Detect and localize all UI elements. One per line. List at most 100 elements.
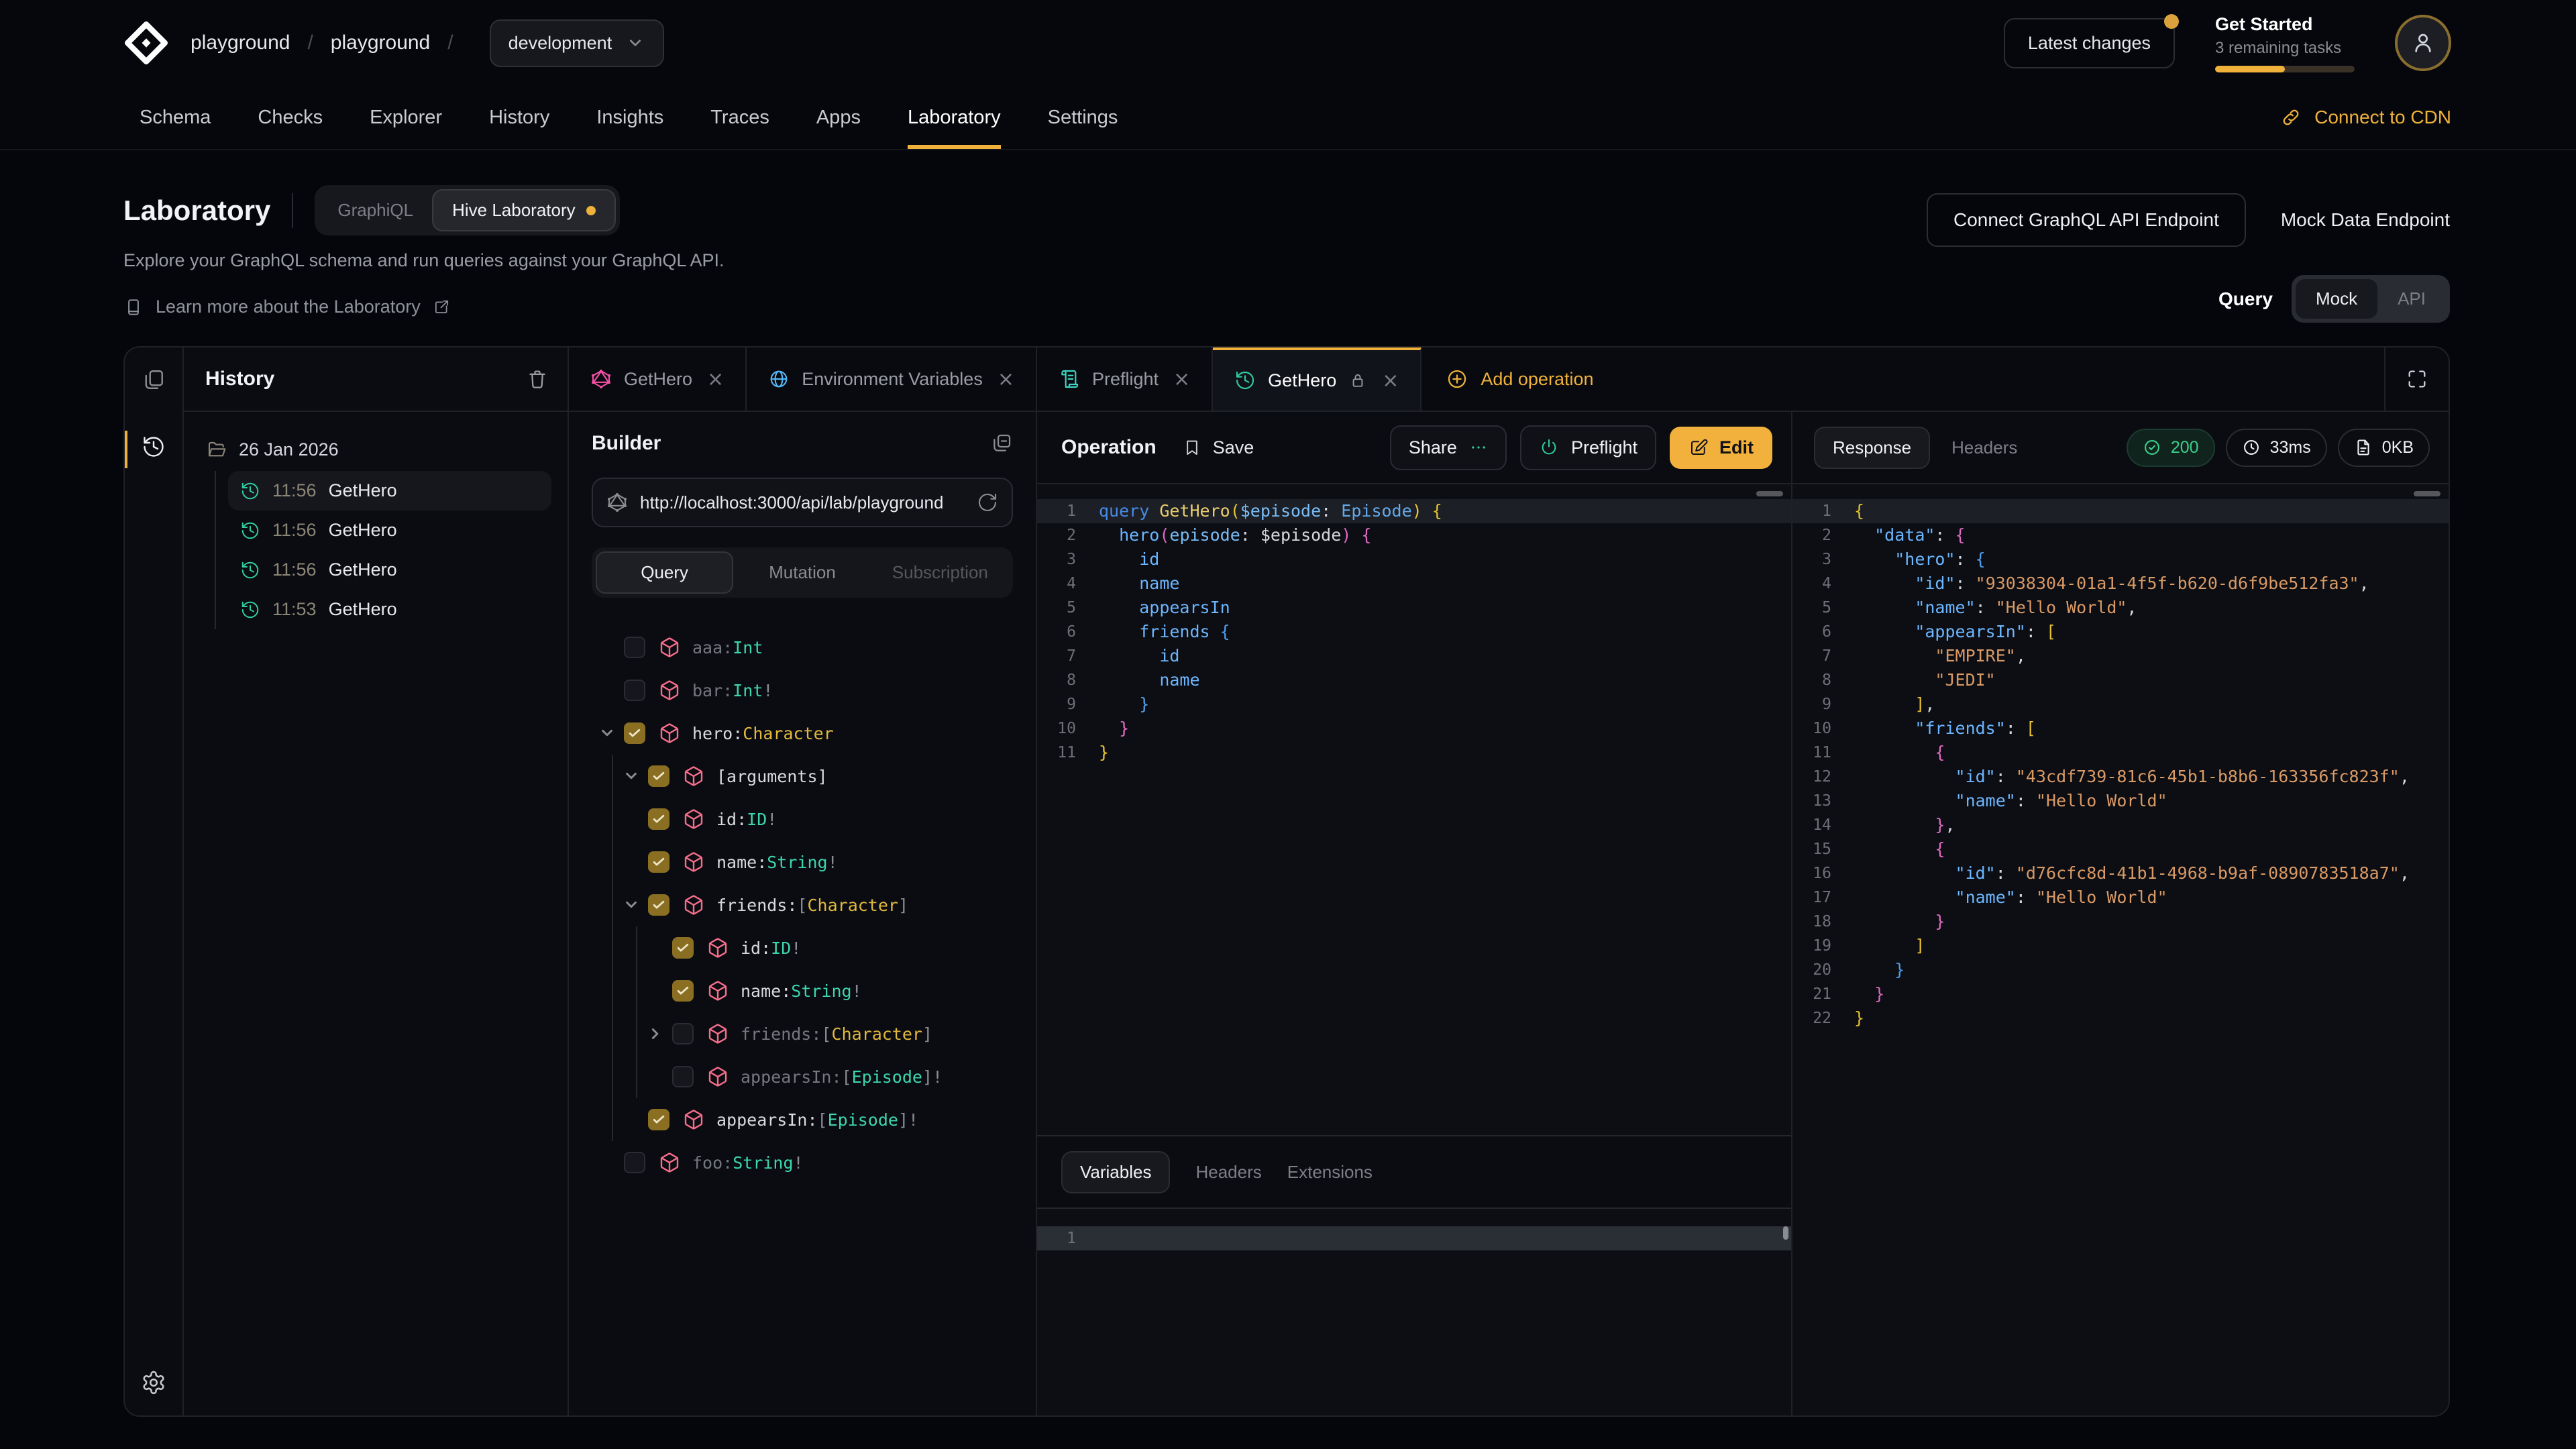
breadcrumb-project[interactable]: playground [331,32,430,54]
nav-tab-settings[interactable]: Settings [1048,86,1118,149]
nav-tab-insights[interactable]: Insights [596,86,663,149]
mode-option-hive-laboratory[interactable]: Hive Laboratory [432,189,616,231]
tab-gethero[interactable]: GetHero× [569,347,747,411]
breadcrumb-org[interactable]: playground [191,32,290,54]
field-checkbox[interactable] [672,980,694,1002]
hive-logo-icon[interactable] [123,20,169,66]
field-row-id[interactable]: id: ID! [592,798,1013,841]
field-row-name[interactable]: name: String! [592,969,1013,1012]
vertical-scrollbar-thumb[interactable] [1783,1226,1788,1240]
gear-icon[interactable] [141,1370,166,1395]
fullscreen-icon[interactable] [2384,347,2449,411]
operation-code-editor[interactable]: 1query GetHero($episode: Episode) {2 her… [1037,484,1791,1135]
field-row-arguments[interactable]: [arguments] [592,755,1013,798]
close-tab-icon[interactable]: × [707,368,724,391]
operation-type-subscription[interactable]: Subscription [871,551,1009,594]
close-tab-icon[interactable]: × [998,368,1014,391]
tab-extensions[interactable]: Extensions [1287,1162,1373,1183]
nav-tab-laboratory[interactable]: Laboratory [908,86,1001,149]
field-checkbox[interactable] [648,808,669,830]
save-button[interactable]: Save [1182,437,1254,458]
field-row-hero[interactable]: hero: Character [592,712,1013,755]
operations-collection-icon[interactable] [142,347,166,412]
field-row-appearsIn[interactable]: appearsIn: [Episode]! [592,1055,1013,1098]
connect-to-cdn-button[interactable]: Connect to CDN [2279,86,2451,149]
field-row-friends[interactable]: friends: [Character] [592,883,1013,926]
tab-headers[interactable]: Headers [1195,1162,1261,1183]
field-checkbox[interactable] [648,894,669,916]
field-checkbox[interactable] [672,1066,694,1087]
tab-response-headers[interactable]: Headers [1951,437,2017,458]
nav-tab-checks[interactable]: Checks [258,86,323,149]
tab-preflight[interactable]: Preflight× [1037,347,1213,411]
close-tab-icon[interactable]: × [1173,368,1190,391]
trash-icon[interactable] [526,368,549,390]
chevron-down-icon[interactable] [624,769,648,784]
field-checkbox[interactable] [648,1109,669,1130]
tab-response[interactable]: Response [1814,427,1930,469]
field-checkbox[interactable] [624,722,645,744]
mock-data-endpoint-button[interactable]: Mock Data Endpoint [2281,209,2450,231]
field-checkbox[interactable] [624,680,645,701]
mode-option-graphiql[interactable]: GraphiQL [319,191,432,230]
learn-more-link[interactable]: Learn more about the Laboratory [123,297,724,317]
field-checkbox[interactable] [648,765,669,787]
edit-button[interactable]: Edit [1670,427,1772,469]
query-mode-mock[interactable]: Mock [2296,279,2377,319]
history-date-group[interactable]: 26 Jan 2026 [203,433,551,466]
nav-tab-traces[interactable]: Traces [710,86,769,149]
tab-environment-variables[interactable]: Environment Variables× [747,347,1037,411]
operation-type-mutation[interactable]: Mutation [733,551,871,594]
tab-variables[interactable]: Variables [1061,1151,1170,1193]
query-mode-api[interactable]: API [2377,279,2446,319]
operation-type-query[interactable]: Query [596,551,733,594]
user-avatar[interactable] [2395,15,2451,71]
field-type-token: String [791,981,851,1001]
field-row-id[interactable]: id: ID! [592,926,1013,969]
preflight-button[interactable]: Preflight [1520,425,1656,470]
line-number: 21 [1792,982,1854,1006]
field-checkbox[interactable] [624,637,645,658]
chevron-right-icon[interactable] [648,1026,672,1041]
nav-tab-explorer[interactable]: Explorer [370,86,442,149]
add-operation-button[interactable]: Add operation [1421,347,1617,411]
horizontal-scrollbar-thumb[interactable] [2414,491,2440,496]
field-row-name[interactable]: name: String! [592,841,1013,883]
variables-editor[interactable]: 1 [1037,1209,1791,1415]
nav-tab-history[interactable]: History [489,86,549,149]
close-tab-icon[interactable]: × [1382,369,1399,392]
endpoint-url-input[interactable]: http://localhost:3000/api/lab/playground [592,478,1013,527]
chevron-down-icon[interactable] [624,898,648,912]
history-entry[interactable]: 11:53GetHero [228,590,551,629]
field-row-friends[interactable]: friends: [Character] [592,1012,1013,1055]
history-entry[interactable]: 11:56GetHero [228,471,551,511]
history-entry[interactable]: 11:56GetHero [228,550,551,590]
response-json-editor[interactable]: 1{2 "data": {3 "hero": {4 "id": "9303830… [1792,484,2449,1415]
refresh-icon[interactable] [977,492,998,513]
connect-graphql-api-endpoint-button[interactable]: Connect GraphQL API Endpoint [1927,193,2246,247]
field-row-foo[interactable]: foo: String! [592,1141,1013,1184]
field-row-aaa[interactable]: aaa: Int [592,626,1013,669]
chevron-down-icon[interactable] [600,726,624,741]
horizontal-scrollbar-thumb[interactable] [1756,491,1783,496]
collapse-panel-icon[interactable] [990,432,1013,455]
field-checkbox[interactable] [672,1023,694,1044]
field-checkbox[interactable] [648,851,669,873]
nav-tab-schema[interactable]: Schema [140,86,211,149]
latest-changes-button[interactable]: Latest changes [2004,18,2175,68]
field-name: friends: [716,896,797,915]
share-button[interactable]: Share [1390,425,1507,470]
nav-tab-apps[interactable]: Apps [816,86,861,149]
field-checkbox[interactable] [672,937,694,959]
field-row-appearsIn[interactable]: appearsIn: [Episode]! [592,1098,1013,1141]
code-line: 10 } [1037,716,1791,741]
lock-icon [1348,371,1367,390]
tab-gethero[interactable]: GetHero× [1213,347,1421,411]
history-entry[interactable]: 11:56GetHero [228,511,551,550]
code-line: 20 } [1792,958,2449,982]
history-rail-icon[interactable] [142,435,166,459]
environment-selector[interactable]: development [490,19,665,67]
field-row-bar[interactable]: bar: Int! [592,669,1013,712]
field-checkbox[interactable] [624,1152,645,1173]
get-started-widget[interactable]: Get Started 3 remaining tasks [2215,14,2355,72]
